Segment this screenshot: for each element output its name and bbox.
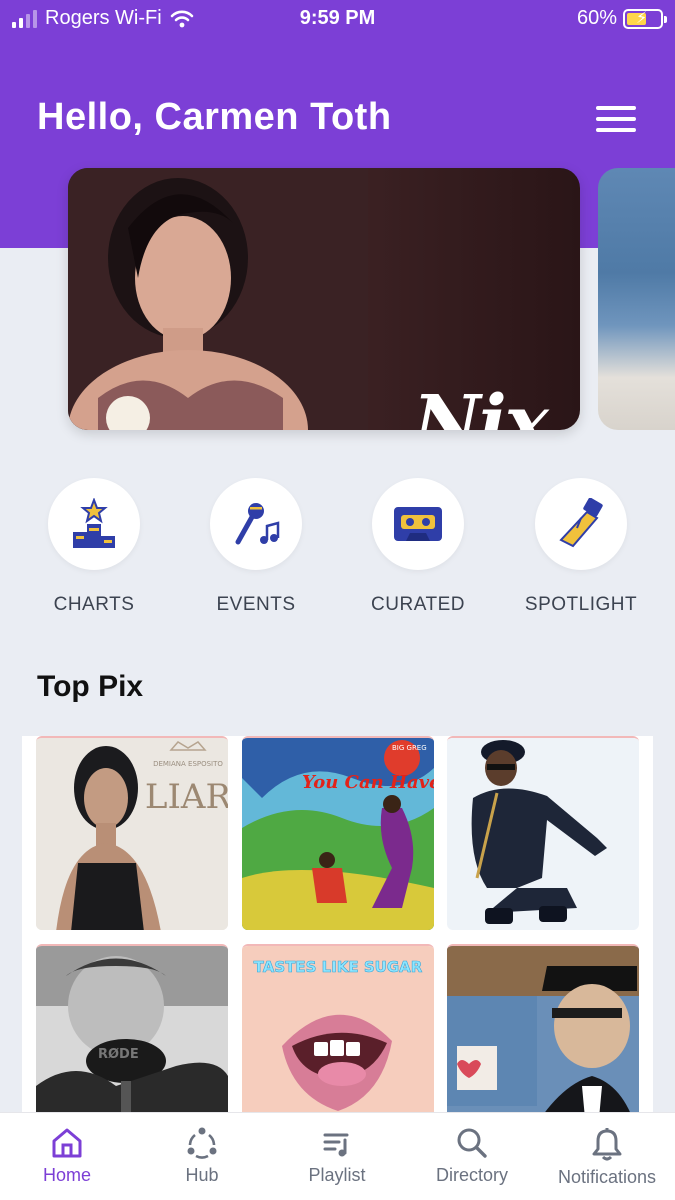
battery-icon: ⚡ [623,8,667,29]
status-bar: Rogers Wi-Fi 9:59 PM 60% ⚡ [0,0,675,40]
album-title: You Can Have it All [302,772,434,793]
search-icon [457,1128,487,1158]
category-spotlight-circle [535,478,627,570]
top-pix-title: Top Pix [37,670,144,703]
tab-hub[interactable]: Hub [137,1127,267,1186]
playlist-icon [323,1133,349,1157]
category-events-circle [210,478,302,570]
featured-banner[interactable]: Nix [68,168,580,430]
category-label: CHARTS [53,594,135,615]
album-title: TASTES LIKE SUGAR [254,958,423,976]
category-label: EVENTS [216,594,296,615]
album-subtitle: BIG GREG [392,744,427,752]
album-tile[interactable] [447,736,639,930]
album-subtitle: DEMIANA ESPOSITO [153,760,223,768]
category-label: CURATED [371,594,465,615]
album-art-artist-crouching [447,738,639,930]
spotlight-icon [559,498,603,548]
podium-star-icon [73,498,115,548]
menu-line [596,106,636,110]
tab-label: Hub [185,1165,219,1185]
tab-label: Directory [435,1165,508,1185]
tab-notifications[interactable]: Notifications [542,1127,672,1188]
category-curated[interactable]: CURATED [353,478,483,616]
banner-title: Nix [413,380,549,430]
microphone-music-icon [235,503,280,545]
top-pix-grid: DEMIANA ESPOSITO LIAR You Can Have it Al… [22,736,653,1138]
greeting-title: Hello, Carmen Toth [37,96,392,138]
album-art-tastes-like-sugar: TASTES LIKE SUGAR [242,946,434,1138]
status-right: 60% ⚡ [576,7,667,30]
category-curated-circle [372,478,464,570]
category-label: SPOTLIGHT [524,594,638,615]
hub-icon [187,1127,217,1159]
tab-home[interactable]: Home [2,1127,132,1186]
album-tile[interactable]: You Can Have it All BIG GREG [242,736,434,930]
clock: 9:59 PM [299,7,376,29]
category-charts-circle [48,478,140,570]
charging-bolt-icon: ⚡ [636,9,648,27]
tab-playlist[interactable]: Playlist [272,1127,402,1186]
cassette-icon [394,507,442,541]
album-tile[interactable] [447,944,639,1138]
bell-icon [592,1128,622,1161]
album-tile[interactable]: TASTES LIKE SUGAR [242,944,434,1138]
category-spotlight[interactable]: SPOTLIGHT [516,478,646,616]
category-events[interactable]: EVENTS [191,478,321,616]
home-icon [52,1128,82,1158]
tab-directory[interactable]: Directory [407,1127,537,1186]
album-art-mic-singer: RØDE [36,946,228,1138]
album-title: LIAR [145,777,228,817]
album-title: RØDE [98,1047,139,1062]
bottom-tab-bar: Home Hub Playlist Directory Notification… [0,1112,675,1200]
album-art-you-can-have-it-all: You Can Have it All BIG GREG [242,738,434,930]
tab-label: Notifications [557,1167,657,1187]
menu-line [596,117,636,121]
album-tile[interactable]: RØDE [36,944,228,1138]
menu-line [596,128,636,132]
album-art-liar: DEMIANA ESPOSITO LIAR [36,738,228,930]
album-art-man-with-hat [447,946,639,1138]
battery-percent: 60% [576,7,617,29]
menu-button[interactable] [596,106,636,140]
next-banner-peek[interactable] [598,168,675,430]
category-charts[interactable]: CHARTS [29,478,159,616]
tab-label: Home [42,1165,91,1185]
tab-label: Playlist [308,1165,366,1185]
album-tile[interactable]: DEMIANA ESPOSITO LIAR [36,736,228,930]
banner-artist-photo [68,168,368,430]
